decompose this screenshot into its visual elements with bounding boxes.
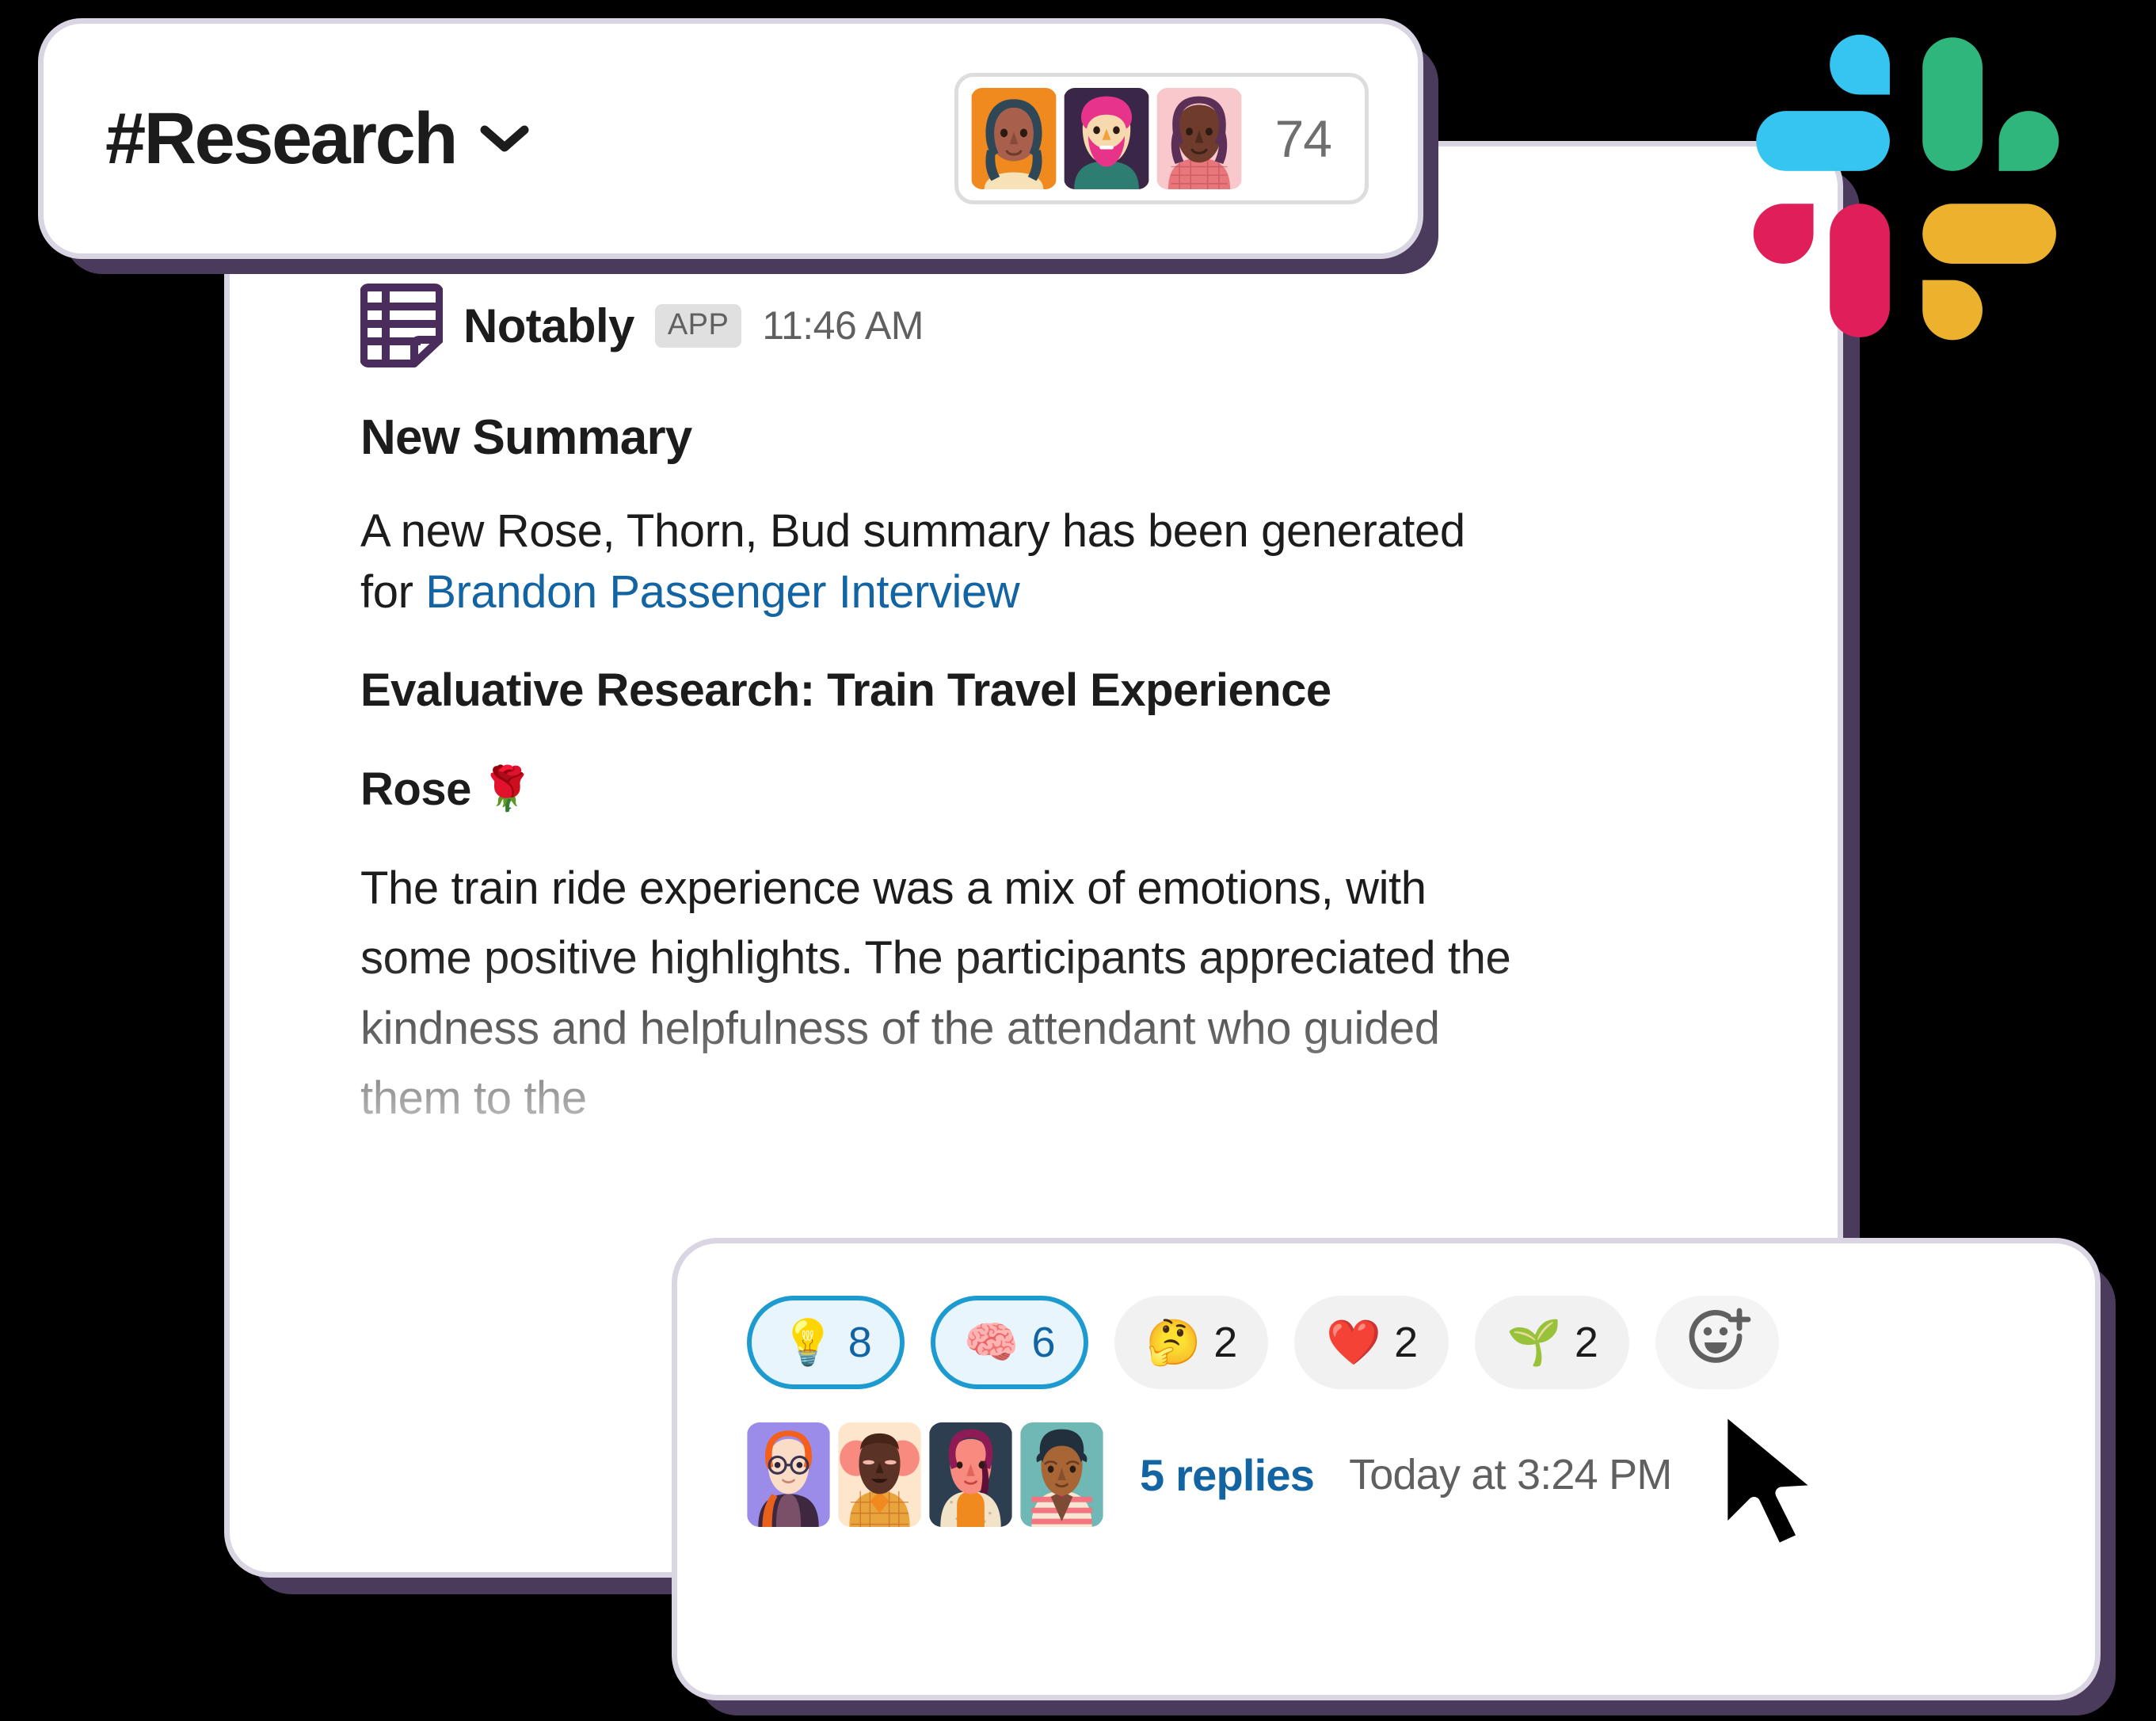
message-title: New Summary [360, 410, 692, 465]
reactions-row: 💡 8 🧠 6 🤔 2 ❤️ 2 🌱 2 [747, 1296, 2095, 1389]
reaction-heart[interactable]: ❤️ 2 [1294, 1296, 1449, 1389]
reaction-count: 8 [848, 1319, 872, 1366]
reply-avatar-1 [747, 1422, 830, 1527]
mouse-cursor [1701, 1395, 1852, 1566]
thread-timestamp: Today at 3:24 PM [1349, 1451, 1672, 1498]
reply-avatar-2 [838, 1422, 921, 1527]
channel-name[interactable]: #Research [105, 97, 458, 181]
lightbulb-icon: 💡 [780, 1317, 836, 1367]
reply-avatar-3 [929, 1422, 1012, 1527]
thinking-face-icon: 🤔 [1145, 1317, 1202, 1367]
member-count-pill[interactable]: 74 [954, 73, 1369, 204]
reaction-count: 6 [1031, 1319, 1056, 1366]
seedling-icon: 🌱 [1507, 1317, 1562, 1367]
reaction-thinking[interactable]: 🤔 2 [1114, 1296, 1269, 1389]
message-timestamp[interactable]: 11:46 AM [762, 303, 924, 348]
reaction-count: 2 [1213, 1319, 1237, 1366]
message-intro: A new Rose, Thorn, Bud summary has been … [360, 501, 1517, 623]
reaction-count: 2 [1574, 1319, 1598, 1366]
reply-avatar-4 [1020, 1422, 1103, 1527]
reactions-card: 💡 8 🧠 6 🤔 2 ❤️ 2 🌱 2 5 replies Today at … [677, 1243, 2095, 1695]
section-body-wrapper: The train ride experience was a mix of e… [360, 854, 1758, 1133]
chevron-down-icon[interactable] [480, 124, 529, 153]
message-header: Notably APP 11:46 AM [360, 281, 1758, 370]
section-heading-label: Rose [360, 763, 471, 816]
reaction-brain[interactable]: 🧠 6 [930, 1296, 1088, 1389]
notably-table-icon [360, 281, 444, 370]
thread-summary[interactable]: 5 replies Today at 3:24 PM [747, 1422, 2095, 1527]
message-body: Notably APP 11:46 AM New Summary A new R… [360, 281, 1758, 1133]
rose-emoji: 🌹 [480, 765, 534, 813]
reaction-lightbulb[interactable]: 💡 8 [747, 1296, 905, 1389]
slack-logo [1743, 24, 2075, 356]
brain-icon: 🧠 [963, 1317, 1019, 1367]
project-link[interactable]: Brandon Passenger Interview [425, 566, 1019, 618]
reaction-count: 2 [1394, 1319, 1418, 1366]
channel-header-card: #Research 74 [44, 24, 1418, 253]
app-badge: APP [654, 303, 742, 348]
member-count: 74 [1274, 109, 1332, 168]
app-name[interactable]: Notably [463, 299, 634, 353]
screenshot-root: Notably APP 11:46 AM New Summary A new R… [0, 0, 2156, 1721]
section-body: The train ride experience was a mix of e… [360, 862, 1511, 1124]
smiley-plus-icon [1682, 1306, 1752, 1380]
heart-icon: ❤️ [1326, 1317, 1382, 1367]
thread-replies-link[interactable]: 5 replies [1140, 1449, 1315, 1501]
member-avatar-2 [1064, 88, 1149, 189]
section-heading: Rose 🌹 [360, 763, 1758, 816]
member-avatar-1 [971, 88, 1057, 189]
message-subtitle: Evaluative Research: Train Travel Experi… [360, 664, 1331, 717]
reaction-seedling[interactable]: 🌱 2 [1475, 1296, 1629, 1389]
add-reaction-button[interactable] [1655, 1296, 1779, 1389]
member-avatar-3 [1156, 88, 1242, 189]
